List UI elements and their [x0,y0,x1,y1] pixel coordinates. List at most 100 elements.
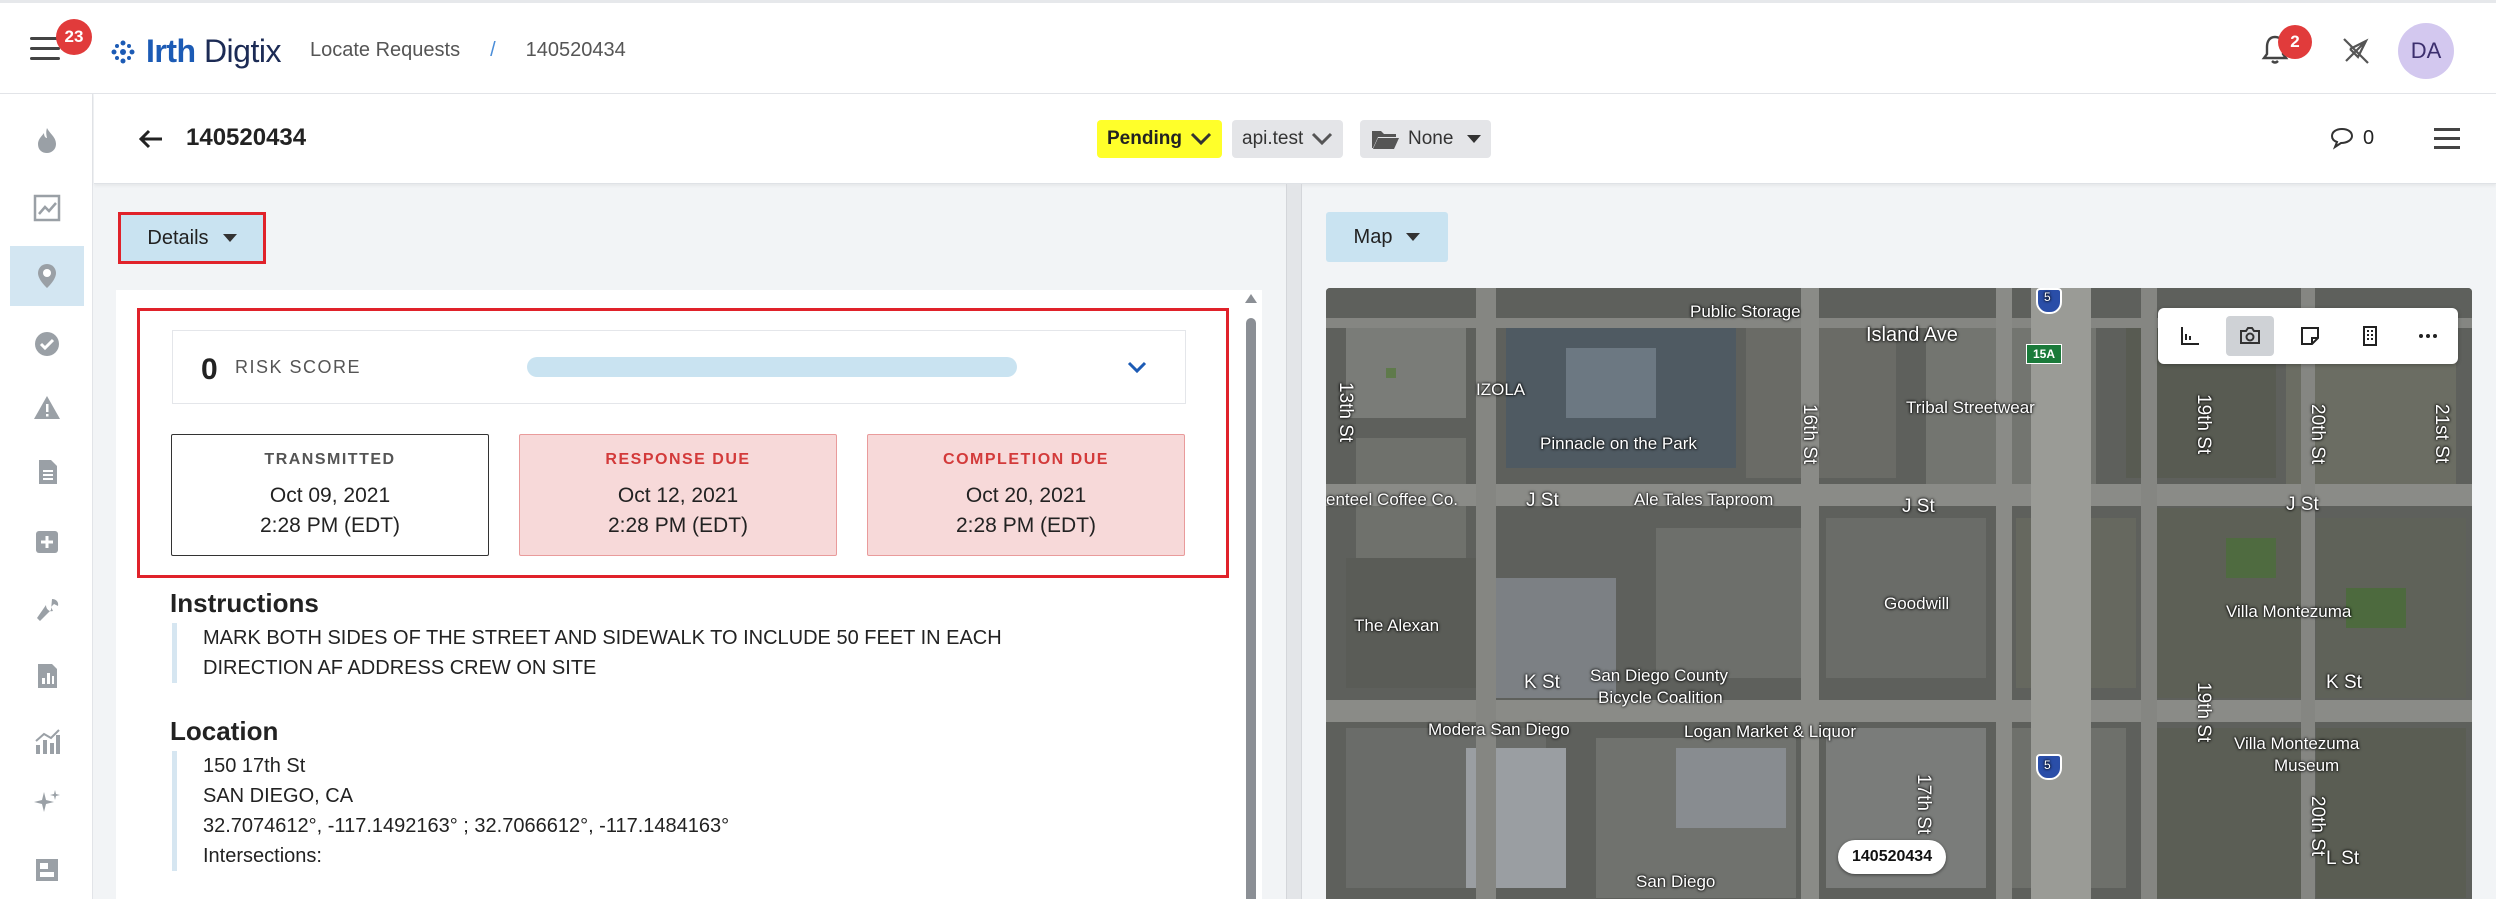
camera-icon [2240,327,2260,344]
more-horizontal-icon [2419,334,2437,338]
back-arrow-icon[interactable] [136,124,166,154]
avatar[interactable]: DA [2398,23,2454,79]
breadcrumb-locate-requests[interactable]: Locate Requests [310,39,460,62]
panel-resize-handle[interactable] [1286,184,1302,899]
check-circle-icon [35,332,59,356]
map-label-sdcbc-2: Bicycle Coalition [1598,688,1723,707]
rail-item-reports[interactable] [10,646,84,706]
measure-tool-button[interactable] [2166,316,2214,356]
map-label-sdcbc: San Diego County [1590,666,1728,685]
map-label-k-st-2: K St [2326,672,2362,693]
report-icon [38,664,57,688]
rail-item-completed[interactable] [10,314,84,374]
location-city: SAN DIEGO, CA [203,785,354,807]
request-map-marker[interactable]: 140520434 [1838,840,1947,874]
note-button[interactable] [2286,316,2334,356]
caret-down-icon [1406,233,1421,241]
map-pin-icon [38,264,56,288]
chevron-down-icon[interactable] [1125,355,1149,379]
instructions-body: MARK BOTH SIDES OF THE STREET AND SIDEWA… [172,623,1002,683]
status-dropdown[interactable]: Pending [1097,120,1222,158]
comment-count: 0 [2363,126,2375,149]
rail-item-add[interactable] [10,512,84,572]
map-label-20th: 20th St [2307,404,2328,465]
left-rail [0,94,93,899]
rail-item-ai[interactable] [10,772,84,832]
map-label-coffee: enteel Coffee Co. [1326,490,1458,509]
map-view-dropdown[interactable]: Map [1326,212,1448,262]
rail-item-locate-requests[interactable] [10,246,84,306]
sparkle-icon [34,790,60,812]
risk-score-bar [527,357,1017,377]
logo-text: Irth Digtix [146,33,281,69]
completion-due-date: Oct 20, 2021 [965,484,1087,507]
map-label-16th: 16th St [1799,404,1820,465]
map-label-21st: 21st St [2431,404,2452,464]
transmitted-time: 2:28 PM (EDT) [259,514,401,537]
details-scrollbar[interactable] [1244,292,1258,899]
map-more-button[interactable] [2404,316,2452,356]
transmitted-date: Oct 09, 2021 [269,484,391,507]
risk-score-row[interactable]: 0 RISK SCORE [172,330,1186,404]
map-toolbar [2158,308,2458,364]
map-label-museum: Museum [2274,756,2340,775]
folder-dropdown[interactable]: None [1360,120,1492,158]
map-label-villa-2: Villa Montezuma [2234,734,2360,753]
map-label-i5b: 5 [2044,758,2051,772]
comments-button[interactable]: 0 [2329,126,2374,150]
rail-item-analytics[interactable] [10,712,84,772]
satellite-map[interactable]: 5 15A 5 Public Storage Island Ave IZOLA … [1326,288,2472,899]
location-body: 150 17th St SAN DIEGO, CA 32.7074612°, -… [172,751,729,871]
map-label-san-diego: San Diego [1636,872,1716,891]
location-address: 150 17th St [203,755,306,777]
assignee-dropdown[interactable]: api.test [1232,120,1344,158]
scroll-up-icon[interactable] [1245,294,1257,303]
rail-item-damage[interactable] [10,110,84,170]
map-label-j-st-3: J St [2286,494,2319,515]
assignee-label: api.test [1242,128,1304,149]
folder-icon [1372,131,1399,149]
rail-item-layout[interactable] [10,840,84,899]
map-label-ale-tales: Ale Tales Taproom [1634,490,1774,509]
document-icon [39,460,57,484]
menu-badge: 23 [56,19,92,55]
plus-square-icon [36,531,58,553]
response-due-label: RESPONSE DUE [605,451,751,468]
rail-item-tools[interactable] [10,580,84,640]
caret-down-icon [222,234,237,242]
rail-item-dashboard[interactable] [10,178,84,238]
map-label-exit: 15A [2026,344,2063,364]
map-label-19th: 19th St [2193,394,2214,455]
logo[interactable]: Irth Digtix [108,33,281,70]
transmitted-date-card: TRANSMITTED Oct 09, 2021 2:28 PM (EDT) [171,434,489,556]
details-view-dropdown[interactable]: Details [118,212,266,264]
flame-icon [38,128,56,153]
instructions-line-2: DIRECTION AF ADDRESS CREW ON SITE [203,657,597,679]
map-label-villa-1: Villa Montezuma [2226,602,2352,621]
comment-icon [2330,127,2354,150]
wrench-icon [37,599,59,621]
rail-item-alerts[interactable] [10,378,84,438]
breadcrumb-separator: / [490,39,496,61]
more-menu-icon[interactable] [2434,128,2460,155]
response-due-date: Oct 12, 2021 [617,484,739,507]
screenshot-button[interactable] [2226,316,2274,356]
map-label-i5a: 5 [2044,290,2051,304]
scroll-thumb[interactable] [1246,318,1256,899]
layout-icon [36,859,58,881]
completion-due-label: COMPLETION DUE [943,451,1109,468]
page-title: 140520434 [186,124,307,151]
location-off-icon[interactable] [2340,35,2372,67]
details-label: Details [147,226,209,249]
building-icon [2363,326,2377,346]
caret-down-icon [1467,135,1482,143]
sticky-note-icon [2301,327,2319,345]
rail-item-documents[interactable] [10,442,84,502]
buildings-button[interactable] [2346,316,2394,356]
map-label: Map [1353,225,1393,248]
instructions-heading: Instructions [170,588,319,618]
response-due-card: RESPONSE DUE Oct 12, 2021 2:28 PM (EDT) [519,434,837,556]
completion-due-card: COMPLETION DUE Oct 20, 2021 2:28 PM (EDT… [867,434,1185,556]
folder-label: None [1408,128,1454,149]
status-label: Pending [1107,128,1182,149]
